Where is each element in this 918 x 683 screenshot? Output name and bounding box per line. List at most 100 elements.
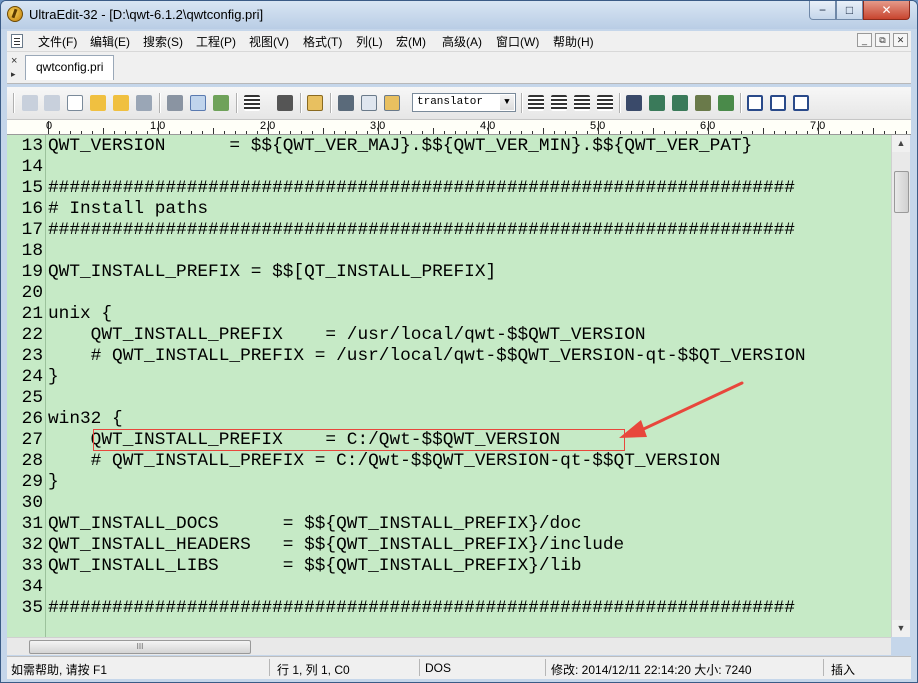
menu-edit[interactable]: 编辑(E) <box>90 33 130 50</box>
annotation-arrow-icon <box>619 381 744 438</box>
toolbar-separator <box>236 93 238 113</box>
ruler-tick <box>455 131 456 134</box>
ruler-tick <box>697 131 698 134</box>
ruler-tick <box>389 131 390 134</box>
clipboard-icon[interactable] <box>307 95 323 111</box>
split-vertical-icon[interactable] <box>770 95 786 111</box>
ruler-tick <box>862 131 863 134</box>
open-recent-icon[interactable] <box>113 95 129 111</box>
menu-macro[interactable]: 宏(M) <box>396 33 426 50</box>
align-center-icon[interactable] <box>551 95 567 111</box>
ruler-tick <box>653 128 654 134</box>
save-icon[interactable] <box>136 95 152 111</box>
cascade-windows-icon[interactable] <box>793 95 809 111</box>
menu-advanced[interactable]: 高级(A) <box>442 33 482 50</box>
ruler-tick <box>279 131 280 134</box>
ruler-tick <box>686 131 687 134</box>
ruler-tick <box>466 131 467 134</box>
align-right-icon[interactable] <box>574 95 590 111</box>
spell-check-icon[interactable] <box>213 95 229 111</box>
ruler-tick <box>290 131 291 134</box>
toolbar-separator <box>740 93 742 113</box>
tab-close-icon[interactable]: × <box>11 55 17 67</box>
status-insert-mode: 插入 <box>831 663 856 677</box>
find-in-files-icon[interactable] <box>718 95 734 111</box>
menu-window[interactable]: 窗口(W) <box>496 33 539 50</box>
new-file-icon[interactable] <box>67 95 83 111</box>
menu-project[interactable]: 工程(P) <box>196 33 236 50</box>
status-divider <box>419 659 420 676</box>
ruler-tick <box>257 131 258 134</box>
horizontal-scrollbar[interactable]: III <box>7 637 891 655</box>
word-wrap-icon[interactable] <box>244 95 260 111</box>
ruler-tick <box>312 131 313 134</box>
ruler-tick <box>884 131 885 134</box>
ruler-tick <box>807 131 808 134</box>
ruler-tick <box>158 121 159 134</box>
ruler-tick <box>631 131 632 134</box>
ruler-tick <box>224 131 225 134</box>
ruler-tick <box>730 131 731 134</box>
document-icon[interactable] <box>11 34 23 48</box>
scroll-down-icon[interactable]: ▼ <box>892 620 910 637</box>
ruler-tick <box>873 128 874 134</box>
find-next-icon[interactable] <box>649 95 665 111</box>
menu-view[interactable]: 视图(V) <box>249 33 289 50</box>
chevron-down-icon[interactable]: ▼ <box>500 95 514 110</box>
ruler-tick <box>532 131 533 134</box>
back-icon[interactable] <box>22 95 38 111</box>
ruler-tick <box>70 131 71 134</box>
split-horizontal-icon[interactable] <box>747 95 763 111</box>
menu-file[interactable]: 文件(F) <box>38 33 77 50</box>
code-editor[interactable]: 13 QWT_VERSION = $${QWT_VER_MAJ}.$${QWT_V… <box>7 135 891 637</box>
close-button[interactable]: ✕ <box>863 1 910 20</box>
paste-icon[interactable] <box>384 95 400 111</box>
toolbar-separator <box>330 93 332 113</box>
ruler-tick <box>433 128 434 134</box>
print-icon[interactable] <box>167 95 183 111</box>
menu-help[interactable]: 帮助(H) <box>553 33 594 50</box>
ruler-tick <box>191 131 192 134</box>
ruler-tick <box>180 131 181 134</box>
align-left-icon[interactable] <box>528 95 544 111</box>
ruler-tick <box>246 131 247 134</box>
ruler-tick <box>323 128 324 134</box>
ruler-tick <box>81 131 82 134</box>
minimize-button[interactable]: − <box>809 1 836 20</box>
copy-icon[interactable] <box>361 95 377 111</box>
find-icon[interactable] <box>626 95 642 111</box>
mdi-restore-button[interactable]: ⧉ <box>875 33 890 47</box>
vertical-scrollbar[interactable]: ▲ ▼ <box>891 135 910 637</box>
vertical-scroll-thumb[interactable] <box>894 171 909 213</box>
hex-mode-icon[interactable] <box>277 95 293 111</box>
ruler-tick <box>400 131 401 134</box>
maximize-button[interactable]: □ <box>836 1 863 20</box>
forward-icon[interactable] <box>44 95 60 111</box>
ruler-tick <box>521 131 522 134</box>
clipboard-combo[interactable]: translator ▼ <box>412 93 516 112</box>
ruler-tick <box>818 121 819 134</box>
cut-icon[interactable] <box>338 95 354 111</box>
scroll-up-icon[interactable]: ▲ <box>892 135 910 152</box>
mdi-minimize-button[interactable]: _ <box>857 33 872 47</box>
status-cursor-position: 行 1, 列 1, C0 <box>277 663 350 677</box>
justify-icon[interactable] <box>597 95 613 111</box>
ruler-tick <box>235 131 236 134</box>
ruler-tick <box>499 131 500 134</box>
open-folder-icon[interactable] <box>90 95 106 111</box>
title-bar[interactable]: UltraEdit-32 - [D:\qwt-6.1.2\qwtconfig.p… <box>1 1 917 29</box>
ruler-tick <box>763 128 764 134</box>
ruler-tick <box>642 131 643 134</box>
horizontal-scroll-thumb[interactable]: III <box>29 640 251 654</box>
ruler-tick <box>411 131 412 134</box>
find-prev-icon[interactable] <box>672 95 688 111</box>
menu-format[interactable]: 格式(T) <box>303 33 342 50</box>
menu-search[interactable]: 搜索(S) <box>143 33 183 50</box>
replace-icon[interactable] <box>695 95 711 111</box>
tab-qwtconfig[interactable]: qwtconfig.pri <box>25 55 115 80</box>
mdi-close-button[interactable]: ✕ <box>893 33 908 47</box>
tab-pin-icon[interactable]: ▸ <box>11 69 16 80</box>
menu-column[interactable]: 列(L) <box>356 33 383 50</box>
print-preview-icon[interactable] <box>190 95 206 111</box>
ruler-tick <box>213 128 214 134</box>
